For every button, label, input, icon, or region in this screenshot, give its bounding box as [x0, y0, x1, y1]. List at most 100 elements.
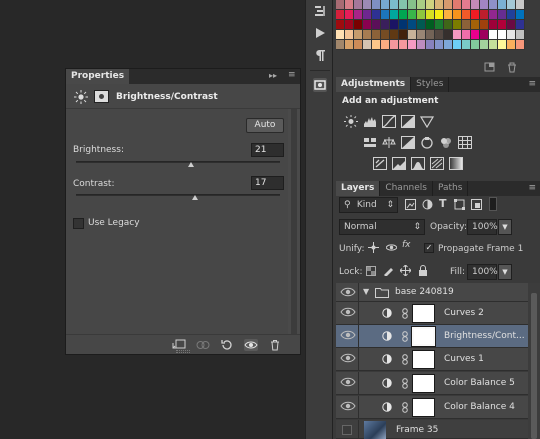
type-filter-icon[interactable]: T: [439, 197, 450, 211]
play-icon[interactable]: [313, 26, 327, 40]
color-swatch[interactable]: [408, 10, 417, 20]
layer-mask-thumbnail[interactable]: [411, 326, 436, 347]
color-swatch[interactable]: [489, 30, 498, 40]
layer-row[interactable]: Color Balance 5: [336, 372, 528, 395]
color-swatch[interactable]: [462, 0, 471, 10]
color-swatch[interactable]: [417, 30, 426, 40]
color-swatch[interactable]: [480, 40, 489, 50]
unify-visibility-icon[interactable]: [386, 242, 397, 253]
color-swatch[interactable]: [516, 30, 525, 40]
color-swatch[interactable]: [444, 20, 453, 30]
mask-icon[interactable]: [94, 90, 109, 103]
color-swatch[interactable]: [336, 20, 345, 30]
lock-all-icon[interactable]: [418, 265, 428, 276]
properties-scroll-track[interactable]: [291, 109, 297, 334]
color-swatch[interactable]: [516, 20, 525, 30]
selective-color-icon[interactable]: [430, 157, 444, 170]
use-legacy-checkbox[interactable]: [73, 218, 84, 229]
color-swatch[interactable]: [354, 20, 363, 30]
collapse-panel-icon[interactable]: ▸▸: [269, 71, 277, 80]
filter-toggle[interactable]: [489, 197, 497, 211]
brightness-slider-thumb[interactable]: [188, 162, 194, 167]
color-swatch[interactable]: [399, 20, 408, 30]
gradient-map-icon[interactable]: [449, 157, 463, 170]
invert-icon[interactable]: [373, 157, 387, 170]
lock-pixels-icon[interactable]: [383, 265, 394, 276]
color-swatch[interactable]: [363, 40, 372, 50]
color-swatch[interactable]: [453, 40, 462, 50]
color-swatch[interactable]: [363, 30, 372, 40]
view-previous-state-icon[interactable]: [196, 339, 210, 351]
color-swatch[interactable]: [462, 40, 471, 50]
color-swatch[interactable]: [435, 40, 444, 50]
color-swatch[interactable]: [489, 40, 498, 50]
color-swatch[interactable]: [345, 40, 354, 50]
color-swatch[interactable]: [363, 0, 372, 10]
color-swatch[interactable]: [363, 20, 372, 30]
black-white-icon[interactable]: [401, 136, 415, 149]
link-chain-icon[interactable]: [402, 354, 408, 365]
layer-row[interactable]: Curves 1: [336, 348, 528, 371]
color-swatch[interactable]: [390, 20, 399, 30]
smart-object-filter-icon[interactable]: [471, 199, 482, 210]
color-swatch[interactable]: [408, 40, 417, 50]
color-swatch[interactable]: [444, 0, 453, 10]
color-swatch[interactable]: [516, 0, 525, 10]
reset-icon[interactable]: [220, 339, 234, 351]
lock-position-icon[interactable]: [400, 265, 411, 276]
visibility-eye-icon[interactable]: [340, 306, 356, 320]
levels-adjust-icon[interactable]: [363, 115, 377, 128]
contrast-slider-thumb[interactable]: [192, 195, 198, 200]
color-swatch[interactable]: [426, 30, 435, 40]
resize-grip[interactable]: [176, 350, 190, 353]
color-swatch[interactable]: [390, 30, 399, 40]
color-swatch[interactable]: [426, 10, 435, 20]
color-swatch[interactable]: [363, 10, 372, 20]
new-swatch-icon[interactable]: [484, 62, 496, 73]
color-swatch[interactable]: [480, 20, 489, 30]
color-swatch[interactable]: [444, 30, 453, 40]
color-swatch[interactable]: [399, 40, 408, 50]
color-swatch[interactable]: [372, 0, 381, 10]
unify-position-icon[interactable]: [368, 242, 379, 253]
swatches-grid[interactable]: [336, 0, 525, 52]
paragraph-icon[interactable]: [313, 48, 327, 62]
color-swatch[interactable]: [426, 20, 435, 30]
color-swatch[interactable]: [417, 0, 426, 10]
color-swatch[interactable]: [399, 0, 408, 10]
visibility-eye-icon[interactable]: [340, 329, 356, 343]
color-swatch[interactable]: [408, 20, 417, 30]
color-swatch[interactable]: [507, 0, 516, 10]
color-swatch[interactable]: [336, 40, 345, 50]
color-swatch[interactable]: [480, 30, 489, 40]
color-swatch[interactable]: [453, 0, 462, 10]
link-chain-icon[interactable]: [402, 331, 408, 342]
color-swatch[interactable]: [390, 40, 399, 50]
color-swatch[interactable]: [372, 40, 381, 50]
color-swatch[interactable]: [507, 20, 516, 30]
color-swatch[interactable]: [480, 0, 489, 10]
color-swatch[interactable]: [498, 30, 507, 40]
color-swatch[interactable]: [372, 10, 381, 20]
color-swatch[interactable]: [372, 20, 381, 30]
unify-style-icon[interactable]: fx: [402, 240, 416, 253]
color-swatch[interactable]: [354, 40, 363, 50]
color-swatch[interactable]: [435, 30, 444, 40]
color-swatch[interactable]: [516, 10, 525, 20]
color-swatch[interactable]: [345, 30, 354, 40]
paragraph-tool-icon[interactable]: [313, 4, 327, 18]
tab-properties[interactable]: Properties: [66, 69, 130, 84]
propagate-checkbox[interactable]: ✓: [424, 243, 434, 253]
color-swatch[interactable]: [471, 10, 480, 20]
layer-row[interactable]: Curves 2: [336, 302, 528, 325]
layer-row[interactable]: Color Balance 4: [336, 396, 528, 419]
fill-dropdown-button[interactable]: ▼: [498, 264, 512, 280]
color-swatch[interactable]: [435, 0, 444, 10]
brightness-input[interactable]: 21: [251, 143, 284, 157]
layer-mask-thumbnail[interactable]: [412, 398, 435, 417]
tab-channels[interactable]: Channels: [380, 181, 433, 196]
color-swatch[interactable]: [408, 30, 417, 40]
visibility-eye-icon[interactable]: [340, 352, 356, 366]
contrast-input[interactable]: 17: [251, 176, 284, 190]
visibility-eye-icon[interactable]: [340, 376, 356, 390]
